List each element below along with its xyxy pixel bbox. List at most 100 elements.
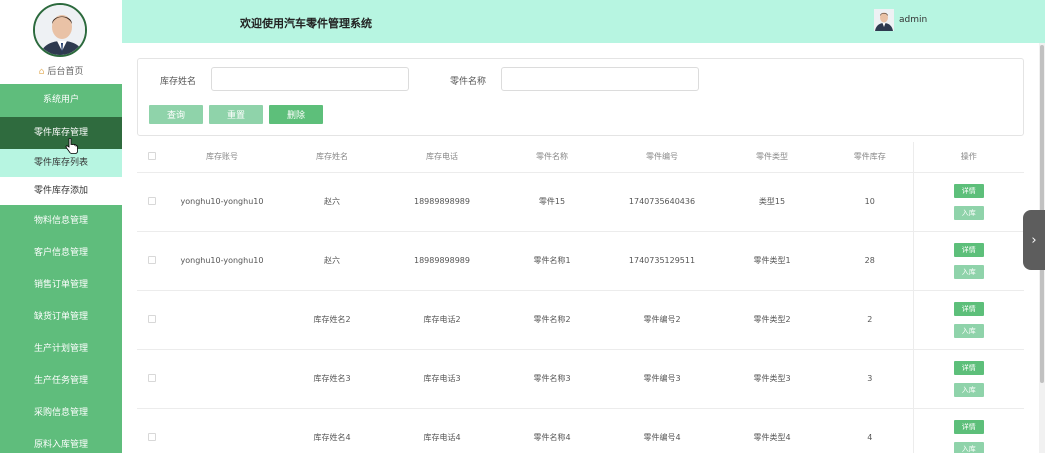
- row-checkbox[interactable]: [148, 373, 156, 382]
- column-header: 操作: [912, 142, 1024, 173]
- sidebar: ⌂ 后台首页 系统用户 零件库存管理 零件库存列表 零件库存添加 物料信息管理 客…: [0, 0, 122, 453]
- table-row: yonghu10-yonghu10 赵六 18989898989 零件15 17…: [137, 172, 1024, 232]
- cell-part-type: 零件类型3: [717, 349, 827, 409]
- inventory-name-input[interactable]: [211, 67, 409, 91]
- row-checkbox[interactable]: [148, 196, 156, 205]
- stock-in-button[interactable]: 入库: [953, 382, 984, 397]
- cell-part-name: 零件15: [497, 172, 607, 232]
- detail-button[interactable]: 详情: [953, 242, 984, 257]
- cell-name: 库存姓名2: [277, 290, 387, 350]
- person-avatar-icon: [874, 9, 894, 31]
- cell-name: 库存姓名4: [277, 408, 387, 453]
- cell-phone: 库存电话3: [387, 349, 497, 409]
- cell-part-name: 零件名称1: [497, 231, 607, 291]
- sidebar-home-label: 后台首页: [47, 67, 84, 77]
- sidebar-item-production-tasks[interactable]: 生产任务管理: [0, 365, 122, 397]
- column-header: 库存姓名: [277, 142, 387, 173]
- cell-part-type: 零件类型1: [717, 231, 827, 291]
- person-avatar-icon: [35, 5, 85, 55]
- part-name-label: 零件名称: [450, 77, 487, 87]
- cell-part-type: 零件类型2: [717, 290, 827, 350]
- hand-cursor-icon: [65, 138, 78, 154]
- table-row: 库存姓名4 库存电话4 零件名称4 零件编号4 零件类型4 4 详情 入库: [137, 408, 1024, 453]
- sidebar-item-production-plan[interactable]: 生产计划管理: [0, 333, 122, 365]
- cell-stock: 4: [827, 408, 913, 453]
- cell-part-name: 零件名称3: [497, 349, 607, 409]
- sidebar-item-material-info[interactable]: 物料信息管理: [0, 205, 122, 237]
- cell-part-name: 零件名称2: [497, 290, 607, 350]
- detail-button[interactable]: 详情: [953, 301, 984, 316]
- cell-actions: 详情 入库: [912, 408, 1024, 453]
- username-label: admin: [899, 15, 928, 25]
- cell-part-no: 1740735129511: [607, 231, 717, 291]
- cell-stock: 10: [827, 172, 913, 232]
- detail-button[interactable]: 详情: [953, 419, 984, 434]
- expand-panel-tab[interactable]: ›: [1023, 210, 1045, 270]
- stock-in-button[interactable]: 入库: [953, 323, 984, 338]
- part-name-input[interactable]: [501, 67, 699, 91]
- table-header-row: 库存账号 库存姓名 库存电话 零件名称 零件编号 零件类型 零件库存 操作: [137, 142, 1024, 173]
- column-header: 库存电话: [387, 142, 497, 173]
- cell-actions: 详情 入库: [912, 290, 1024, 350]
- cell-part-type: 类型15: [717, 172, 827, 232]
- sidebar-profile: ⌂ 后台首页: [0, 0, 122, 84]
- reset-button[interactable]: 重置: [209, 105, 263, 124]
- column-header: 零件名称: [497, 142, 607, 173]
- cell-phone: 18989898989: [387, 172, 497, 232]
- select-all-checkbox[interactable]: [148, 151, 156, 160]
- cell-name: 库存姓名3: [277, 349, 387, 409]
- cell-actions: 详情 入库: [912, 172, 1024, 232]
- cell-name: 赵六: [277, 172, 387, 232]
- table-row: 库存姓名2 库存电话2 零件名称2 零件编号2 零件类型2 2 详情 入库: [137, 290, 1024, 350]
- user-avatar: [874, 9, 894, 31]
- cell-part-no: 零件编号2: [607, 290, 717, 350]
- delete-button[interactable]: 删除: [269, 105, 323, 124]
- user-menu[interactable]: admin: [874, 9, 927, 31]
- stock-in-button[interactable]: 入库: [953, 441, 984, 453]
- cell-actions: 详情 入库: [912, 349, 1024, 409]
- table-row: yonghu10-yonghu10 赵六 18989898989 零件名称1 1…: [137, 231, 1024, 291]
- chevron-right-icon: ›: [1031, 232, 1037, 248]
- avatar: [33, 3, 87, 57]
- query-button[interactable]: 查询: [149, 105, 203, 124]
- sidebar-item-raw-material-stock[interactable]: 原料入库管理: [0, 429, 122, 453]
- home-icon: ⌂: [38, 67, 45, 77]
- cell-part-no: 零件编号4: [607, 408, 717, 453]
- row-checkbox[interactable]: [148, 255, 156, 264]
- stock-in-button[interactable]: 入库: [953, 264, 984, 279]
- cell-part-no: 零件编号3: [607, 349, 717, 409]
- detail-button[interactable]: 详情: [953, 183, 984, 198]
- table-row: 库存姓名3 库存电话3 零件名称3 零件编号3 零件类型3 3 详情 入库: [137, 349, 1024, 409]
- detail-button[interactable]: 详情: [953, 360, 984, 375]
- cell-name: 赵六: [277, 231, 387, 291]
- row-checkbox[interactable]: [148, 314, 156, 323]
- cell-account: [167, 290, 277, 350]
- sidebar-subitem-inventory-list[interactable]: 零件库存列表: [0, 149, 122, 177]
- inventory-table: 库存账号 库存姓名 库存电话 零件名称 零件编号 零件类型 零件库存 操作 yo…: [137, 142, 1024, 453]
- column-header: 零件编号: [607, 142, 717, 173]
- sidebar-item-shortage-orders[interactable]: 缺货订单管理: [0, 301, 122, 333]
- sidebar-item-purchase-info[interactable]: 采购信息管理: [0, 397, 122, 429]
- inventory-name-label: 库存姓名: [160, 77, 197, 87]
- cell-phone: 18989898989: [387, 231, 497, 291]
- cell-stock: 2: [827, 290, 913, 350]
- sidebar-item-home[interactable]: ⌂ 后台首页: [0, 64, 122, 77]
- sidebar-subitem-inventory-add[interactable]: 零件库存添加: [0, 177, 122, 205]
- column-header: 零件类型: [717, 142, 827, 173]
- cell-account: yonghu10-yonghu10: [167, 172, 277, 232]
- cell-actions: 详情 入库: [912, 231, 1024, 291]
- cell-phone: 库存电话4: [387, 408, 497, 453]
- cell-phone: 库存电话2: [387, 290, 497, 350]
- cell-stock: 3: [827, 349, 913, 409]
- row-checkbox[interactable]: [148, 432, 156, 441]
- stock-in-button[interactable]: 入库: [953, 205, 984, 220]
- sidebar-item-sales-orders[interactable]: 销售订单管理: [0, 269, 122, 301]
- cell-part-name: 零件名称4: [497, 408, 607, 453]
- sidebar-item-system-users[interactable]: 系统用户: [0, 84, 122, 117]
- sidebar-item-customer-info[interactable]: 客户信息管理: [0, 237, 122, 269]
- cell-account: [167, 408, 277, 453]
- cell-stock: 28: [827, 231, 913, 291]
- sidebar-item-parts-inventory[interactable]: 零件库存管理: [0, 117, 122, 149]
- column-header: 零件库存: [827, 142, 913, 173]
- cell-account: yonghu10-yonghu10: [167, 231, 277, 291]
